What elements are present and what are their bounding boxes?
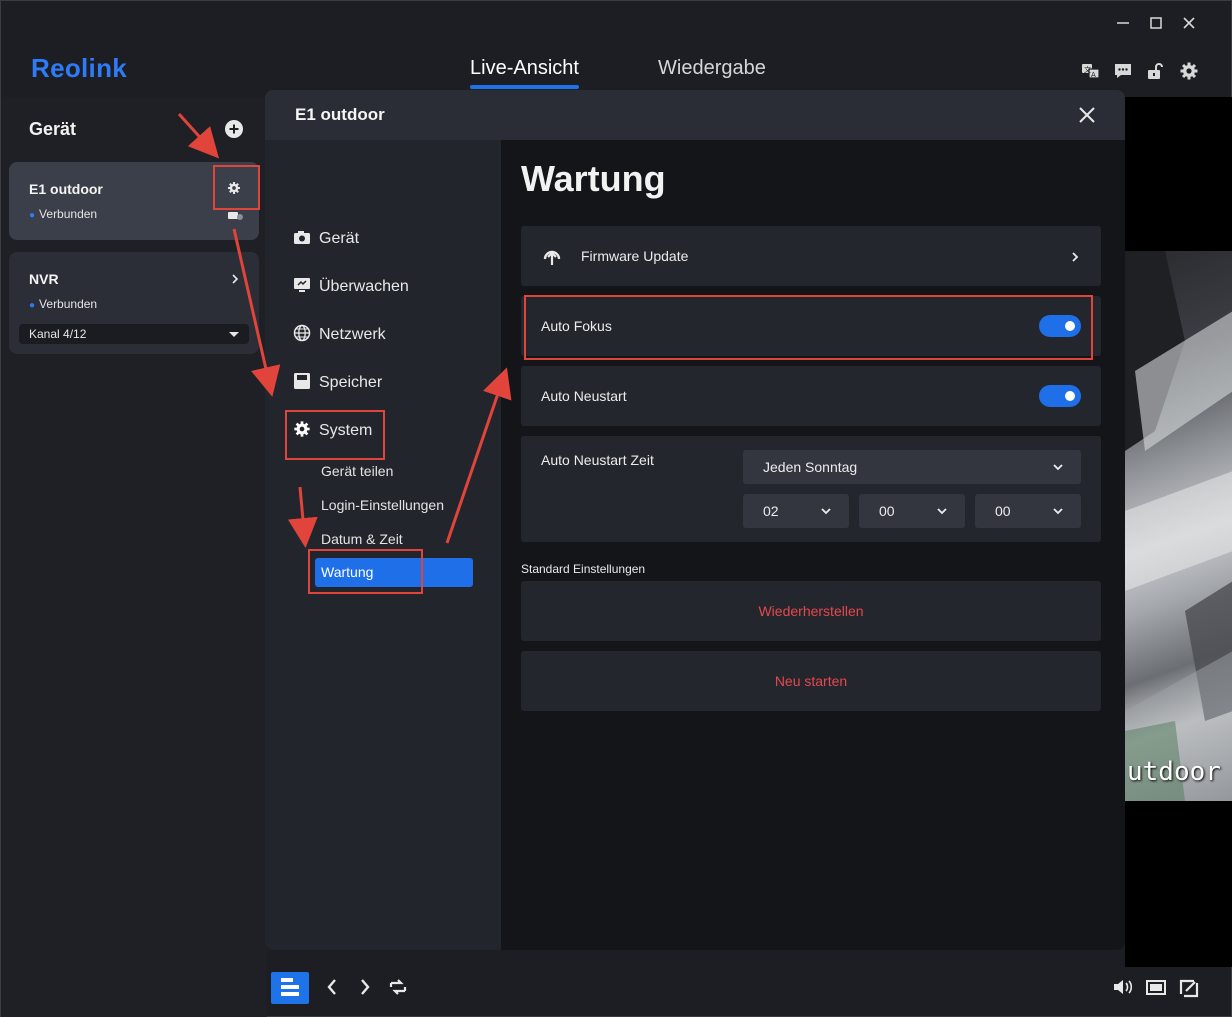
camera-name-overlay: utdoor: [1127, 757, 1221, 787]
auto-restart-label: Auto Neustart: [541, 388, 627, 404]
restart-second-select[interactable]: 00: [975, 494, 1081, 528]
chevron-down-icon: [821, 508, 831, 515]
next-page-icon[interactable]: [353, 972, 377, 1002]
globe-icon: [293, 324, 311, 342]
chat-icon[interactable]: [1113, 61, 1133, 81]
chevron-down-icon: [1053, 508, 1063, 515]
cloud-upload-icon: [541, 245, 563, 272]
menu-item-geraet[interactable]: Gerät: [293, 227, 359, 251]
reboot-button[interactable]: Neu starten: [521, 651, 1101, 711]
settings-menu: Gerät Überwachen Netzwerk Speicher Syste…: [265, 140, 501, 950]
translate-icon[interactable]: 文A: [1081, 61, 1101, 81]
dialog-close-icon[interactable]: [1075, 103, 1099, 127]
device-name: NVR: [29, 271, 59, 287]
restore-button[interactable]: Wiederherstellen: [521, 581, 1101, 641]
firmware-update-row[interactable]: Firmware Update: [521, 226, 1101, 286]
highlight-gear: [213, 165, 260, 210]
layout-icon: [281, 978, 299, 996]
app-window: Reolink Live-Ansicht Wiedergabe 文A Gerät…: [0, 0, 1232, 1017]
highlight-system: [285, 410, 385, 460]
restart-time-label: Auto Neustart Zeit: [541, 452, 654, 468]
layout-button[interactable]: [271, 972, 309, 1004]
auto-restart-row: Auto Neustart: [521, 366, 1101, 426]
auto-restart-toggle[interactable]: [1039, 385, 1081, 407]
tab-live-ansicht[interactable]: Live-Ansicht: [470, 57, 579, 80]
monitor-icon: [293, 276, 311, 294]
device-card-nvr[interactable]: NVR ● Verbunden Kanal 4/12: [9, 252, 259, 354]
menu-item-speicher[interactable]: Speicher: [293, 371, 382, 395]
tab-wiedergabe[interactable]: Wiedergabe: [658, 57, 766, 80]
dialog-title: E1 outdoor: [295, 105, 385, 124]
menu-item-netzwerk[interactable]: Netzwerk: [293, 323, 386, 347]
dialog-header: E1 outdoor: [265, 90, 1125, 140]
refresh-icon[interactable]: [386, 972, 410, 1002]
camera-feed[interactable]: [1125, 251, 1232, 801]
submenu-item-login-einstellungen[interactable]: Login-Einstellungen: [321, 497, 444, 513]
device-name: E1 outdoor: [29, 181, 103, 197]
window-mode-icon[interactable]: [1144, 972, 1168, 1002]
restart-hour-select[interactable]: 02: [743, 494, 849, 528]
chevron-down-icon: [937, 508, 947, 515]
submenu-item-datum-zeit[interactable]: Datum & Zeit: [321, 531, 403, 547]
channel-select[interactable]: Kanal 4/12: [19, 324, 249, 344]
restart-time-row: Auto Neustart Zeit Jeden Sonntag 02 00 0…: [521, 436, 1101, 542]
minimize-icon[interactable]: [1111, 13, 1135, 33]
camera-icon: [293, 228, 311, 246]
storage-icon: [293, 372, 311, 390]
fullscreen-icon[interactable]: [1177, 972, 1201, 1002]
add-device-icon[interactable]: [223, 118, 245, 140]
reolink-logo: Reolink: [31, 53, 128, 83]
gear-icon[interactable]: [1179, 61, 1199, 81]
device-status: ● Verbunden: [29, 207, 98, 221]
defaults-section-label: Standard Einstellungen: [521, 562, 646, 576]
highlight-wartung: [308, 549, 423, 594]
volume-icon[interactable]: [1111, 972, 1135, 1002]
chevron-right-icon: [1071, 250, 1081, 262]
active-tab-indicator: [470, 85, 579, 89]
restart-minute-select[interactable]: 00: [859, 494, 965, 528]
svg-text:A: A: [1091, 71, 1096, 79]
caret-down-icon: [229, 332, 239, 337]
restart-day-select[interactable]: Jeden Sonntag: [743, 450, 1081, 484]
menu-item-ueberwachen[interactable]: Überwachen: [293, 275, 409, 299]
sidebar-title: Gerät: [29, 119, 77, 139]
firmware-update-label: Firmware Update: [581, 248, 689, 264]
previous-page-icon[interactable]: [321, 972, 345, 1002]
highlight-auto-focus: [524, 295, 1093, 360]
chevron-right-icon[interactable]: [231, 272, 239, 290]
close-icon[interactable]: [1177, 13, 1201, 33]
svg-text:文: 文: [1084, 65, 1091, 74]
maximize-icon[interactable]: [1144, 13, 1168, 33]
settings-dialog: E1 outdoor Gerät Überwachen Netzwerk Spe…: [265, 90, 1125, 950]
chevron-down-icon: [1053, 464, 1063, 471]
page-title: Wartung: [521, 158, 666, 199]
lock-icon[interactable]: [1146, 61, 1166, 81]
device-status: ● Verbunden: [29, 297, 98, 311]
submenu-item-geraet-teilen[interactable]: Gerät teilen: [321, 463, 393, 479]
